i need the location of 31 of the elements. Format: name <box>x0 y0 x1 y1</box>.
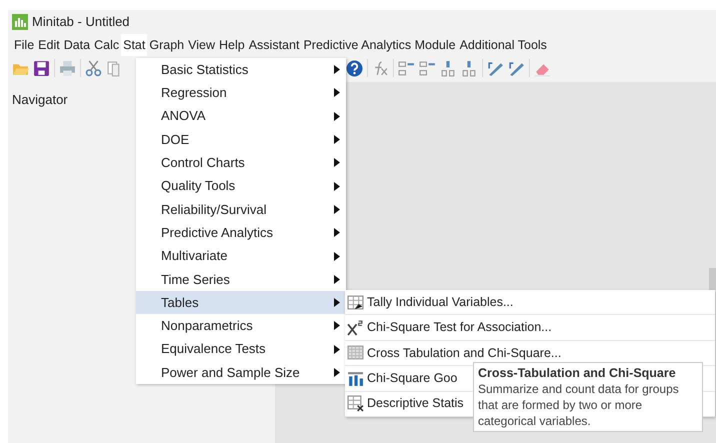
menu-item[interactable]: DOE <box>136 128 346 152</box>
window-title: Minitab - Untitled <box>32 13 130 32</box>
menu-item[interactable]: View <box>186 34 217 56</box>
menu-item[interactable]: File <box>12 34 36 56</box>
menu-item[interactable]: Calc <box>92 34 122 56</box>
menu-item[interactable]: Tables <box>136 290 346 314</box>
menu-item[interactable]: ANOVA <box>136 104 346 128</box>
menu-item[interactable]: Quality Tools <box>136 174 346 198</box>
menu-item[interactable]: Multivariate <box>136 244 346 268</box>
menu-item[interactable]: Additional Tools <box>458 34 549 56</box>
navigator-title: Navigator <box>12 92 68 107</box>
menu-item[interactable]: Chi-Square Test for Association... <box>345 315 715 341</box>
tooltip-title: Cross-Tabulation and Chi-Square <box>478 365 677 381</box>
menu-item[interactable]: Equivalence Tests <box>136 338 346 361</box>
menu-item[interactable]: Time Series <box>136 268 346 291</box>
menu-item[interactable]: Control Charts <box>136 151 346 174</box>
menu-item[interactable]: Stat <box>121 34 148 56</box>
menu-item[interactable]: Data <box>62 34 92 56</box>
menu-item[interactable]: Power and Sample Size <box>136 360 346 384</box>
menu-item[interactable]: Tally Individual Variables... <box>345 290 715 316</box>
menu-item[interactable]: Graph <box>147 34 186 56</box>
menu-item[interactable]: Predictive Analytics Module <box>301 34 458 56</box>
menu-item[interactable]: Predictive Analytics <box>136 221 346 244</box>
menu-item[interactable]: Reliability/Survival <box>136 198 346 222</box>
menu-item[interactable]: Edit <box>36 34 62 56</box>
tooltip-text: Summarize and count data for groups that are formed by two or more categorical variables. <box>478 382 679 428</box>
menu-item[interactable]: Basic Statistics <box>136 58 346 82</box>
menu-item[interactable]: Nonparametrics <box>136 314 346 338</box>
menu-item[interactable]: Regression <box>136 81 346 105</box>
menu-item[interactable]: Help <box>217 34 247 56</box>
menu-item[interactable]: Assistant <box>246 34 302 56</box>
